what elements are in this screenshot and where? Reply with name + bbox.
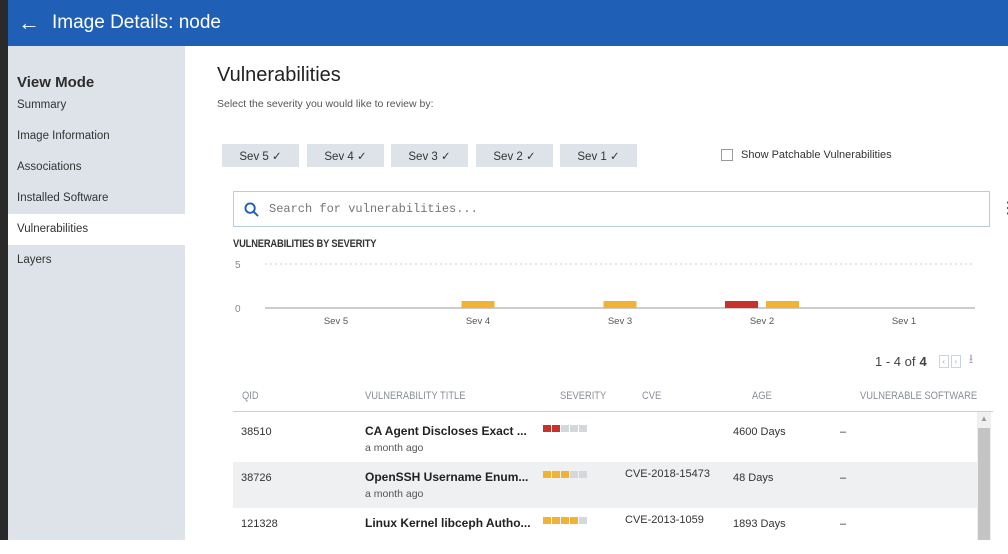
severity-segment — [579, 517, 587, 524]
table-row[interactable]: 38510 CA Agent Discloses Exact ... a mon… — [233, 416, 978, 462]
row-ago: a month ago — [365, 488, 424, 500]
chart-bar — [766, 301, 799, 308]
sev4-filter-button[interactable]: Sev 4 ✓ — [307, 144, 384, 167]
severity-segment — [552, 517, 560, 524]
column-header-qid[interactable]: QID — [242, 390, 259, 402]
row-age: 48 Days — [733, 472, 774, 484]
severity-segment — [561, 517, 569, 524]
severity-segment — [570, 517, 578, 524]
chart-bar — [725, 301, 758, 308]
row-title-cell: OpenSSH Username Enum... a month ago — [365, 470, 528, 500]
severity-segment — [561, 425, 569, 432]
x-tick-label: Sev 2 — [750, 316, 774, 327]
page-subtitle: Select the severity you would like to re… — [217, 98, 434, 110]
severity-segment — [561, 471, 569, 478]
search-input[interactable] — [267, 201, 951, 217]
more-menu-icon[interactable]: ⋮ — [1000, 198, 1008, 218]
severity-segment — [579, 471, 587, 478]
row-age: 4600 Days — [733, 426, 786, 438]
severity-segment — [543, 471, 551, 478]
search-box[interactable] — [233, 191, 990, 227]
severity-segment — [552, 471, 560, 478]
table-scrollbar[interactable]: ▲ — [977, 412, 991, 540]
sidebar-item-summary[interactable]: Summary — [8, 90, 185, 121]
row-title-cell: CA Agent Discloses Exact ... a month ago — [365, 424, 527, 454]
header-bar: ← Image Details: node — [0, 0, 1008, 46]
severity-segment — [543, 517, 551, 524]
next-page-icon[interactable]: › — [950, 354, 961, 368]
column-header-title[interactable]: VULNERABILITY TITLE — [365, 390, 465, 402]
sidebar-title: View Mode — [17, 74, 95, 91]
sidebar: View Mode Summary Image Information Asso… — [8, 46, 185, 540]
patchable-label: Show Patchable Vulnerabilities — [741, 149, 892, 161]
row-cve[interactable]: CVE-2013-1059 — [625, 514, 704, 526]
left-edge — [0, 46, 8, 540]
scroll-up-icon[interactable]: ▲ — [980, 414, 988, 423]
search-icon — [244, 201, 259, 217]
x-tick-label: Sev 1 — [892, 316, 916, 327]
pagination-total: 4 — [919, 353, 927, 369]
main-content: Vulnerabilities Select the severity you … — [185, 46, 1008, 554]
sev1-filter-button[interactable]: Sev 1 ✓ — [560, 144, 637, 167]
sev2-filter-button[interactable]: Sev 2 ✓ — [476, 144, 553, 167]
column-header-severity[interactable]: SEVERITY — [560, 390, 606, 402]
severity-chart: 5 0 Sev 5 Sev 4 Sev 3 Sev 2 Sev 1 — [235, 260, 975, 327]
severity-meter — [543, 517, 587, 524]
page-header-title: Image Details: node — [52, 12, 221, 33]
row-cve[interactable]: CVE-2018-15473 — [625, 468, 710, 480]
prev-page-icon[interactable]: ‹ — [938, 354, 949, 368]
row-title-cell: Linux Kernel libceph Autho... — [365, 516, 531, 530]
y-tick-label: 0 — [235, 304, 241, 315]
page-title: Vulnerabilities — [217, 64, 341, 86]
severity-segment — [570, 425, 578, 432]
row-ago: a month ago — [365, 442, 424, 454]
column-header-cve[interactable]: CVE — [642, 390, 661, 402]
patchable-checkbox[interactable] — [721, 149, 733, 161]
row-software: – — [840, 518, 847, 530]
sidebar-item-layers[interactable]: Layers — [8, 245, 185, 276]
row-title[interactable]: OpenSSH Username Enum... — [365, 470, 528, 484]
row-title[interactable]: Linux Kernel libceph Autho... — [365, 516, 531, 530]
sidebar-item-vulnerabilities[interactable]: Vulnerabilities — [8, 214, 185, 245]
column-header-vulnerable-software[interactable]: VULNERABLE SOFTWARE — [860, 390, 977, 402]
sidebar-item-installed-software[interactable]: Installed Software — [8, 183, 185, 214]
row-age: 1893 Days — [733, 518, 786, 530]
row-qid: 121328 — [241, 518, 278, 530]
pagination-range: 1 - 4 of — [875, 353, 916, 369]
sidebar-item-image-information[interactable]: Image Information — [8, 121, 185, 152]
table-row[interactable]: 121328 Linux Kernel libceph Autho... CVE… — [233, 508, 978, 554]
chart-title: VULNERABILITIES BY SEVERITY — [233, 238, 377, 250]
severity-meter — [543, 471, 587, 478]
y-tick-label: 5 — [235, 260, 241, 271]
column-header-age[interactable]: AGE — [752, 390, 772, 402]
table-row[interactable]: 38726 OpenSSH Username Enum... a month a… — [233, 462, 978, 508]
row-software: – — [840, 472, 847, 484]
pagination: 1 - 4 of 4 ‹ › ⭳ — [875, 350, 973, 372]
severity-segment — [570, 471, 578, 478]
scrollbar-thumb[interactable] — [978, 428, 990, 540]
row-qid: 38510 — [241, 426, 272, 438]
row-qid: 38726 — [241, 472, 272, 484]
patchable-toggle[interactable]: Show Patchable Vulnerabilities — [721, 149, 892, 161]
arrow-left-icon[interactable]: ← — [18, 12, 40, 34]
severity-meter — [543, 425, 587, 432]
download-icon[interactable]: ⭳ — [969, 350, 974, 372]
sev5-filter-button[interactable]: Sev 5 ✓ — [222, 144, 299, 167]
x-tick-label: Sev 4 — [466, 316, 490, 327]
severity-segment — [552, 425, 560, 432]
severity-segment — [579, 425, 587, 432]
sidebar-item-associations[interactable]: Associations — [8, 152, 185, 183]
x-tick-label: Sev 5 — [324, 316, 348, 327]
row-title[interactable]: CA Agent Discloses Exact ... — [365, 424, 527, 438]
severity-segment — [543, 425, 551, 432]
x-tick-label: Sev 3 — [608, 316, 632, 327]
chart-bar — [603, 301, 637, 308]
sev3-filter-button[interactable]: Sev 3 ✓ — [391, 144, 468, 167]
row-software: – — [840, 426, 847, 438]
chart-bar — [461, 301, 495, 308]
header-divider — [233, 411, 993, 412]
